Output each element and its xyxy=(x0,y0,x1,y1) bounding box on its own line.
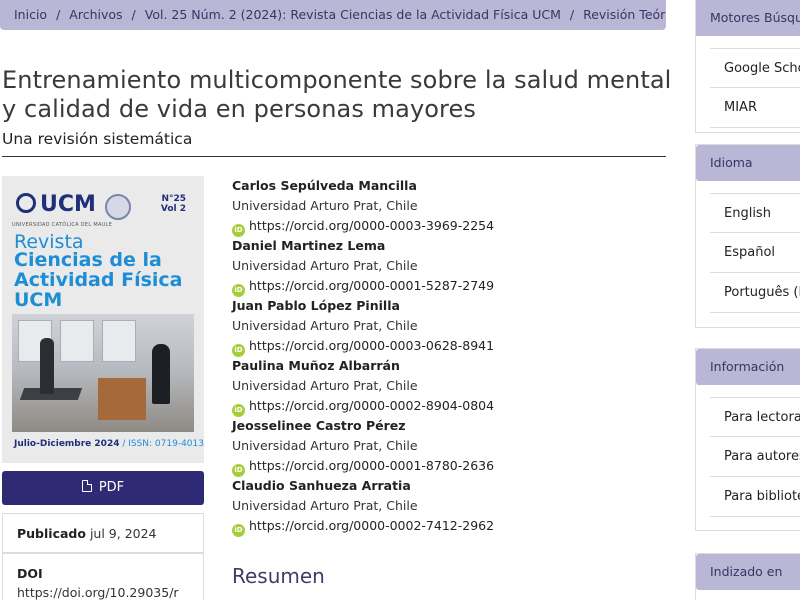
pdf-button-label: PDF xyxy=(98,480,125,495)
cover-university-label: UNIVERSIDAD CATÓLICA DEL MAULE xyxy=(12,222,113,228)
ucm-logo: UCM xyxy=(16,192,96,217)
abstract-heading: Resumen xyxy=(232,564,325,588)
university-seal-icon xyxy=(105,194,131,220)
photo-person xyxy=(152,344,170,404)
author-affiliation: Universidad Arturo Prat, Chile xyxy=(232,438,418,453)
author-entry: Claudio Sanhueza Arratia Universidad Art… xyxy=(232,476,662,537)
author-orcid: iD https://orcid.org/0000-0003-0628-8941 xyxy=(232,336,662,357)
title-divider xyxy=(2,156,666,157)
photo-window xyxy=(102,320,136,362)
breadcrumb-separator: / xyxy=(56,7,61,22)
breadcrumb-separator: / xyxy=(569,7,575,22)
ucm-ring-icon xyxy=(16,193,36,213)
sidebar-item-miar[interactable]: MIAR xyxy=(710,88,800,128)
cover-issue-number: N°25 Vol 2 xyxy=(160,194,186,214)
sidebar-information: Información Para lectora Para autores Pa… xyxy=(695,348,800,531)
doi-link[interactable]: https://doi.org/10.29035/r xyxy=(17,585,179,600)
pdf-file-icon xyxy=(81,480,92,492)
published-label: Publicado xyxy=(17,526,86,541)
sidebar-heading: Indizado en xyxy=(696,554,800,590)
orcid-link[interactable]: https://orcid.org/0000-0001-5287-2749 xyxy=(249,278,494,293)
cover-header: UCM N°25 Vol 2 xyxy=(10,192,200,222)
sidebar-heading: Idioma xyxy=(696,145,800,181)
cover-title-line2: Ciencias de la Actividad Física UCM xyxy=(14,249,183,311)
orcid-link[interactable]: https://orcid.org/0000-0002-8904-0804 xyxy=(249,398,494,413)
published-date-box: Publicado jul 9, 2024 xyxy=(2,513,204,553)
cover-photo xyxy=(12,314,194,432)
breadcrumb-archives-link[interactable]: Archivos xyxy=(69,7,122,22)
sidebar-item-authors[interactable]: Para autores xyxy=(710,437,800,477)
sidebar-heading: Motores Búsqu xyxy=(696,0,800,36)
author-affiliation: Universidad Arturo Prat, Chile xyxy=(232,498,418,513)
author-entry: Juan Pablo López Pinilla Universidad Art… xyxy=(232,296,662,357)
author-orcid: iD https://orcid.org/0000-0001-5287-2749 xyxy=(232,276,662,297)
doi-box: DOI https://doi.org/10.29035/r xyxy=(2,553,204,600)
author-affiliation: Universidad Arturo Prat, Chile xyxy=(232,258,418,273)
doi-label: DOI xyxy=(17,566,43,581)
sidebar-search-engines: Motores Búsqu Google Scho MIAR xyxy=(695,0,800,133)
photo-person xyxy=(40,338,54,394)
author-affiliation: Universidad Arturo Prat, Chile xyxy=(232,198,418,213)
sidebar-heading: Información xyxy=(696,349,800,385)
sidebar-item-google-scholar[interactable]: Google Scho xyxy=(710,48,800,88)
author-name: Paulina Muñoz Albarrán xyxy=(232,358,400,373)
journal-cover-image: UCM N°25 Vol 2 UNIVERSIDAD CATÓLICA DEL M… xyxy=(2,176,204,463)
sidebar-list: Para lectora Para autores Para bibliote xyxy=(696,385,800,525)
author-list: Carlos Sepúlveda Mancilla Universidad Ar… xyxy=(232,176,662,537)
language-option-spanish[interactable]: Español xyxy=(710,233,800,273)
author-entry: Carlos Sepúlveda Mancilla Universidad Ar… xyxy=(232,176,662,237)
photo-window xyxy=(60,320,94,362)
author-name: Jeosselinee Castro Pérez xyxy=(232,418,406,433)
author-name: Claudio Sanhueza Arratia xyxy=(232,478,411,493)
breadcrumb-issue-link[interactable]: Vol. 25 Núm. 2 (2024): Revista Ciencias … xyxy=(145,7,561,22)
pdf-download-button[interactable]: PDF xyxy=(2,471,204,505)
author-name: Carlos Sepúlveda Mancilla xyxy=(232,178,417,193)
sidebar-item-readers[interactable]: Para lectora xyxy=(710,397,800,437)
orcid-icon: iD xyxy=(232,524,245,537)
article-title: Entrenamiento multicomponente sobre la s… xyxy=(2,66,672,123)
author-orcid: iD https://orcid.org/0000-0002-8904-0804 xyxy=(232,396,662,417)
breadcrumb-home-link[interactable]: Inicio xyxy=(14,7,47,22)
orcid-link[interactable]: https://orcid.org/0000-0003-0628-8941 xyxy=(249,338,494,353)
orcid-link[interactable]: https://orcid.org/0000-0003-3969-2254 xyxy=(249,218,494,233)
breadcrumb-separator: / xyxy=(131,7,136,22)
author-affiliation: Universidad Arturo Prat, Chile xyxy=(232,318,418,333)
orcid-link[interactable]: https://orcid.org/0000-0001-8780-2636 xyxy=(249,458,494,473)
author-entry: Daniel Martinez Lema Universidad Arturo … xyxy=(232,236,662,297)
orcid-link[interactable]: https://orcid.org/0000-0002-7412-2962 xyxy=(249,518,494,533)
author-orcid: iD https://orcid.org/0000-0001-8780-2636 xyxy=(232,456,662,477)
language-option-english[interactable]: English xyxy=(710,193,800,233)
article-subtitle: Una revisión sistemática xyxy=(2,130,193,148)
author-entry: Paulina Muñoz Albarrán Universidad Artur… xyxy=(232,356,662,417)
author-orcid: iD https://orcid.org/0000-0002-7412-2962 xyxy=(232,516,662,537)
breadcrumb-current: Revisión Teórica xyxy=(583,7,666,22)
author-name: Juan Pablo López Pinilla xyxy=(232,298,400,313)
cover-footer: Julio-Diciembre 2024 / ISSN: 0719-4013. xyxy=(14,439,204,449)
sidebar-list: Google Scho MIAR xyxy=(696,36,800,136)
published-value: jul 9, 2024 xyxy=(89,526,157,541)
sidebar-list: English Español Português (B xyxy=(696,181,800,321)
author-orcid: iD https://orcid.org/0000-0003-3969-2254 xyxy=(232,216,662,237)
sidebar-indexed-in: Indizado en xyxy=(695,553,800,600)
author-affiliation: Universidad Arturo Prat, Chile xyxy=(232,378,418,393)
author-entry: Jeosselinee Castro Pérez Universidad Art… xyxy=(232,416,662,477)
sidebar-item-librarians[interactable]: Para bibliote xyxy=(710,477,800,517)
photo-desk xyxy=(98,378,146,420)
breadcrumb: Inicio / Archivos / Vol. 25 Núm. 2 (2024): R… xyxy=(0,0,666,30)
sidebar-language: Idioma English Español Português (B xyxy=(695,144,800,328)
language-option-portuguese[interactable]: Português (B xyxy=(710,273,800,313)
author-name: Daniel Martinez Lema xyxy=(232,238,386,253)
